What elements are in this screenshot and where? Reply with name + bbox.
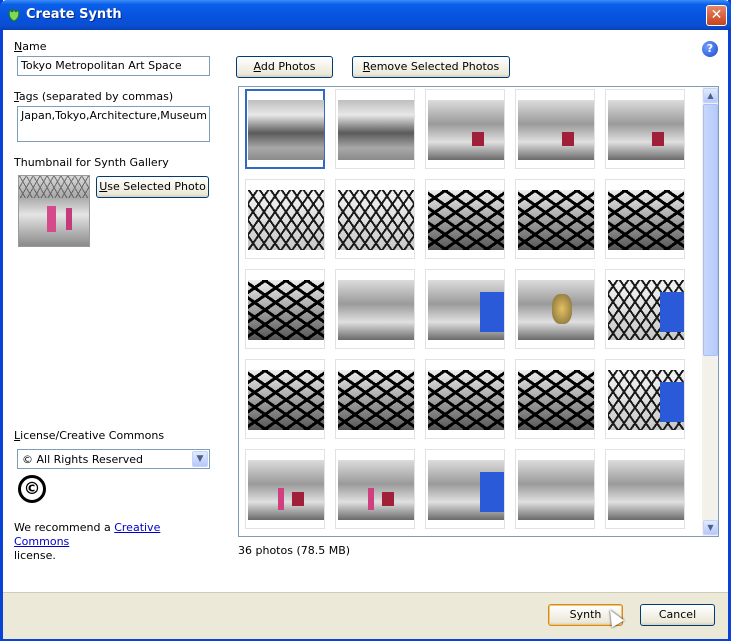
photo-thumbnail[interactable] (245, 89, 325, 169)
close-button[interactable]: ✕ (706, 5, 727, 26)
remove-selected-photos-button[interactable]: Remove Selected Photos (352, 56, 510, 78)
title-bar[interactable]: Create Synth ✕ (0, 0, 731, 30)
photo-image (428, 190, 504, 250)
photo-thumbnail[interactable] (335, 449, 415, 529)
photo-thumbnail[interactable] (515, 179, 595, 259)
photo-image (338, 280, 414, 340)
photo-image (428, 460, 504, 520)
photo-thumbnail[interactable] (425, 449, 505, 529)
photo-detail (368, 488, 374, 510)
photo-count-status: 36 photos (78.5 MB) (238, 544, 351, 557)
photo-thumbnail[interactable] (425, 89, 505, 169)
photo-image (608, 460, 684, 520)
photo-thumbnail[interactable] (605, 269, 685, 349)
photo-thumbnail[interactable] (425, 179, 505, 259)
photo-thumbnail[interactable] (335, 359, 415, 439)
name-label-text: Name (14, 40, 47, 53)
photo-image (338, 190, 414, 250)
photo-image (518, 280, 594, 340)
photo-image (248, 460, 324, 520)
scrollbar-thumb[interactable] (703, 104, 718, 356)
photo-image (248, 100, 324, 160)
photo-thumbnail[interactable] (515, 359, 595, 439)
photo-image (608, 370, 684, 430)
photo-thumbnail[interactable] (425, 269, 505, 349)
photo-thumbnail[interactable] (335, 269, 415, 349)
tags-label: Tags (separated by commas) (14, 90, 174, 103)
photo-thumbnail[interactable] (245, 359, 325, 439)
create-synth-dialog: Create Synth ✕ ? Name Tokyo Metropolitan… (0, 0, 731, 641)
license-label: License/Creative Commons (14, 429, 165, 442)
thumbnail-label: Thumbnail for Synth Gallery (14, 156, 169, 169)
photo-image (248, 370, 324, 430)
photo-thumbnail[interactable] (515, 89, 595, 169)
photo-image (338, 370, 414, 430)
license-selected-value: © All Rights Reserved (22, 453, 144, 466)
photo-thumbnail[interactable] (245, 449, 325, 529)
recommend-suffix: license. (14, 549, 56, 562)
cancel-button[interactable]: Cancel (640, 604, 715, 626)
photo-detail (652, 132, 664, 146)
photo-thumbnail[interactable] (515, 449, 595, 529)
photo-thumbnail[interactable] (605, 359, 685, 439)
scroll-down-arrow-icon[interactable]: ▼ (703, 520, 718, 535)
photo-thumbnail[interactable] (605, 449, 685, 529)
photo-image (248, 190, 324, 250)
license-dropdown[interactable]: © All Rights Reserved ▼ (17, 449, 210, 469)
photo-image (518, 370, 594, 430)
photo-image (428, 100, 504, 160)
recommend-prefix: We recommend a (14, 521, 115, 534)
photo-image (608, 100, 684, 160)
synth-leaf-icon (8, 7, 20, 22)
name-field[interactable]: Tokyo Metropolitan Art Space (17, 56, 210, 76)
tags-field[interactable]: Japan,Tokyo,Architecture,Museum (17, 106, 210, 142)
copyright-icon: © (18, 475, 46, 503)
photo-thumbnail[interactable] (335, 179, 415, 259)
help-icon[interactable]: ? (702, 41, 718, 57)
photo-image (338, 100, 414, 160)
photo-detail (480, 472, 504, 512)
photo-detail (292, 492, 304, 506)
photo-image (518, 190, 594, 250)
chevron-down-icon[interactable]: ▼ (192, 451, 208, 467)
photo-detail (382, 492, 394, 506)
recommend-text: We recommend a Creative Commons license. (14, 521, 204, 563)
photo-thumbnail[interactable] (245, 269, 325, 349)
photo-image (428, 370, 504, 430)
photo-image (608, 190, 684, 250)
photo-image (518, 100, 594, 160)
name-label: Name (14, 40, 46, 53)
photo-thumbnail[interactable] (335, 89, 415, 169)
photo-image (338, 460, 414, 520)
photo-thumbnail[interactable] (515, 269, 595, 349)
photo-image (248, 280, 324, 340)
photo-detail (480, 292, 504, 332)
add-photos-button[interactable]: Add Photos (236, 56, 333, 78)
photo-image (518, 460, 594, 520)
photo-thumbnail[interactable] (605, 179, 685, 259)
photo-detail (472, 132, 484, 146)
photo-detail (562, 132, 574, 146)
photo-grid[interactable]: ▲ ▼ (238, 86, 719, 537)
photo-thumbnail[interactable] (245, 179, 325, 259)
photo-detail (660, 292, 684, 332)
photo-thumbnail[interactable] (605, 89, 685, 169)
photo-detail (552, 294, 572, 324)
scroll-up-arrow-icon[interactable]: ▲ (703, 88, 718, 103)
photo-thumbnail[interactable] (425, 359, 505, 439)
window-title: Create Synth (26, 7, 122, 22)
grid-scrollbar[interactable]: ▲ ▼ (702, 87, 718, 536)
photo-detail (660, 382, 684, 422)
use-selected-photo-button[interactable]: Use Selected Photo (96, 176, 209, 198)
photo-detail (278, 488, 284, 510)
gallery-thumbnail (18, 175, 90, 247)
photo-image (428, 280, 504, 340)
photo-image (608, 280, 684, 340)
